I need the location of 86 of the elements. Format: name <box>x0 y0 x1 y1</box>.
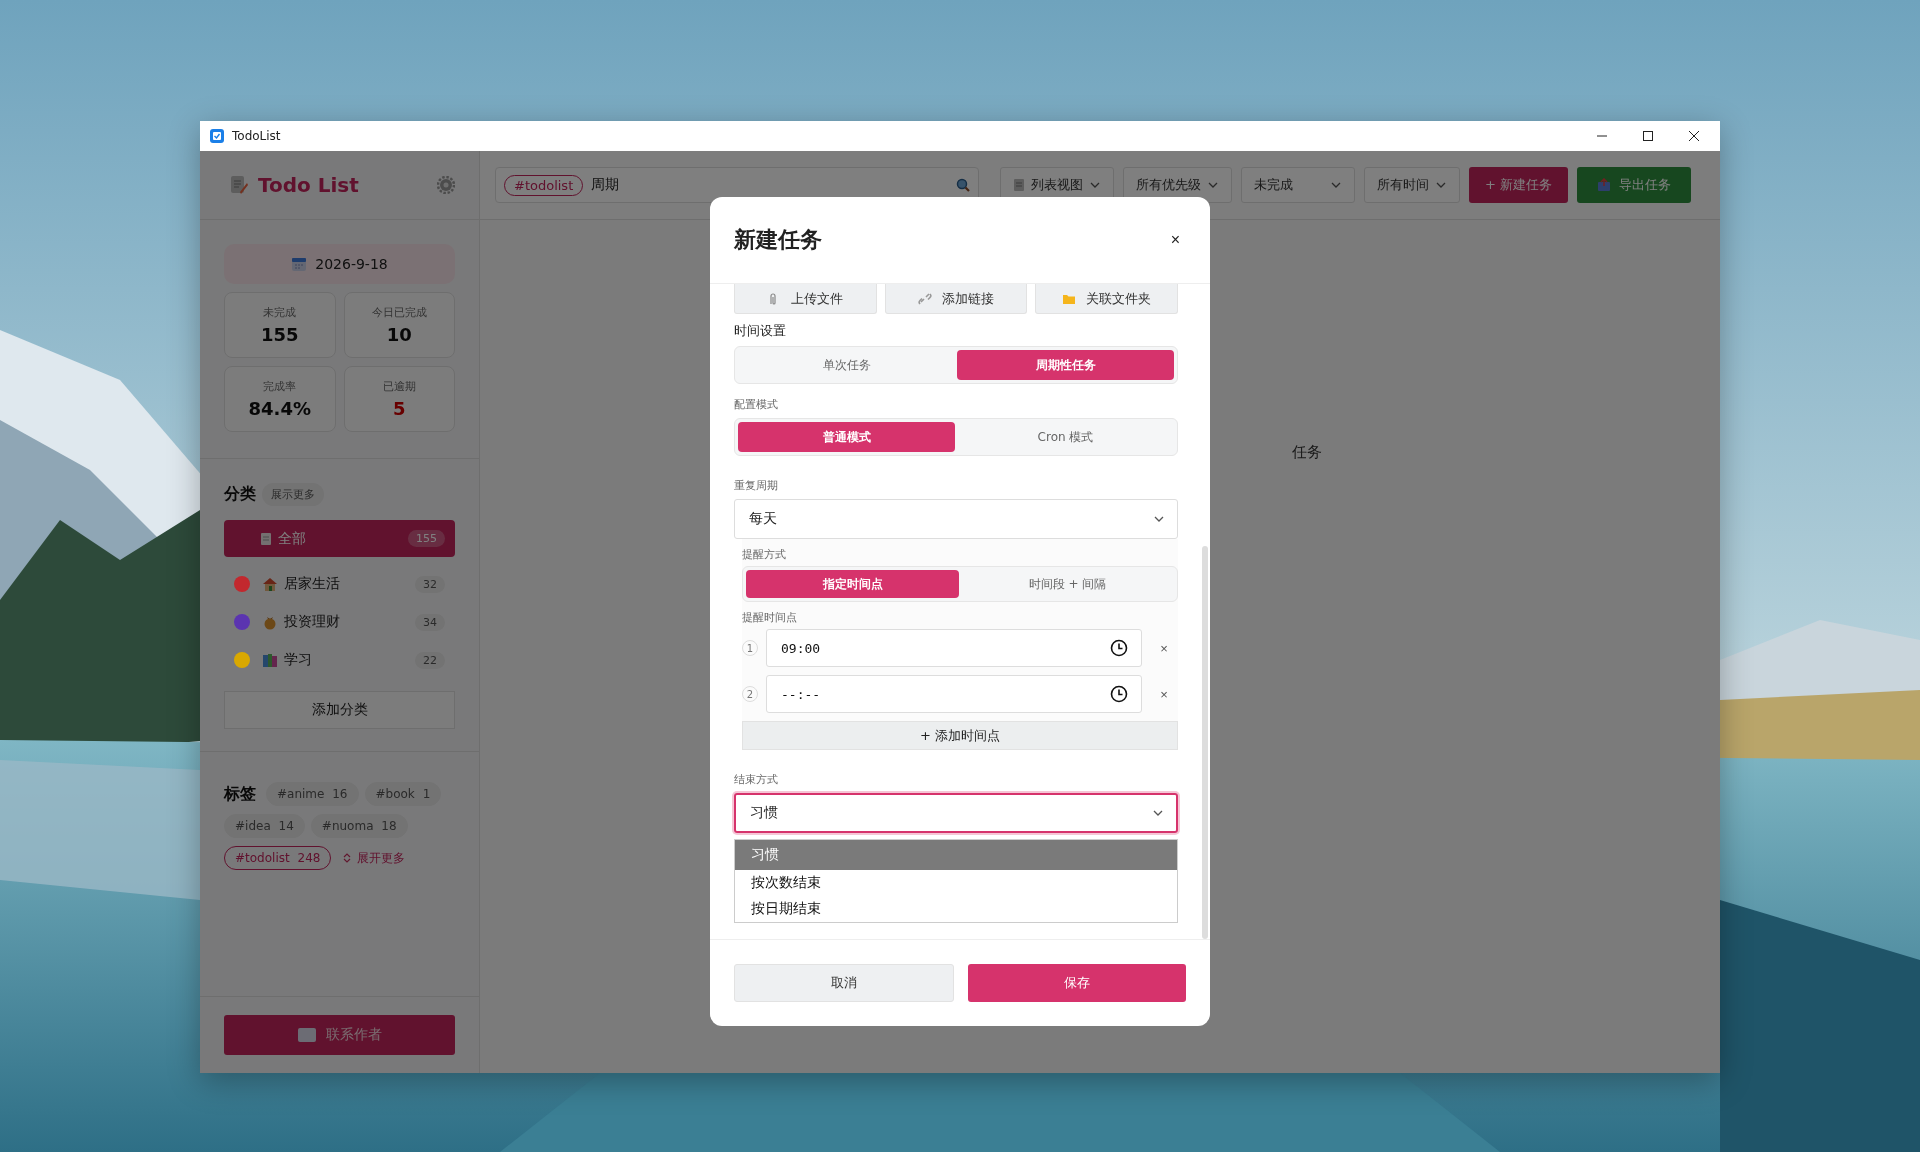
category-item[interactable]: 学习 22 <box>224 643 455 677</box>
contact-author-button[interactable]: 联系作者 <box>224 1015 455 1055</box>
app-icon <box>210 129 224 143</box>
add-time-button[interactable]: + 添加时间点 <box>742 721 1178 750</box>
stat-value: 155 <box>260 324 299 345</box>
time-input[interactable]: 09:00 <box>766 629 1142 667</box>
window-title: TodoList <box>232 129 281 143</box>
stat-label: 已逾期 <box>382 379 416 394</box>
empty-state-text: 任务 <box>1292 443 1322 461</box>
clock-icon <box>1110 639 1128 657</box>
new-task-button[interactable]: + 新建任务 <box>1469 167 1569 203</box>
close-icon <box>1688 130 1700 142</box>
dropdown-option[interactable]: 按次数结束 <box>735 870 1177 896</box>
remove-button[interactable]: × <box>1150 639 1178 657</box>
list-icon <box>1013 178 1025 192</box>
export-icon <box>1597 178 1612 192</box>
maximize-icon <box>1642 130 1654 142</box>
time-input[interactable]: --:-- <box>766 675 1142 713</box>
segment-tab[interactable]: 单次任务 <box>738 350 955 380</box>
search-icon <box>956 178 970 192</box>
search-text: 周期 <box>591 176 621 194</box>
house-icon <box>262 576 278 592</box>
stat-value: 5 <box>393 398 406 419</box>
tag-chip[interactable]: #idea 14 <box>224 814 305 838</box>
attachment-button[interactable]: 关联文件夹 <box>1035 284 1178 314</box>
section-title: 标签 <box>224 783 256 805</box>
tag-chip[interactable]: #book 1 <box>364 782 442 806</box>
category-name: 居家生活 <box>284 575 341 593</box>
export-button[interactable]: 导出任务 <box>1577 167 1692 203</box>
stat-value: 84.4% <box>248 398 311 419</box>
link-icon <box>918 291 932 306</box>
scrollbar-thumb[interactable] <box>1202 546 1208 939</box>
segment-tab[interactable]: 普通模式 <box>738 422 955 452</box>
field-label: 重复周期 <box>734 478 779 493</box>
notepad-pencil-icon <box>230 175 248 195</box>
attachment-button[interactable]: 上传文件 <box>734 284 877 314</box>
cancel-button[interactable]: 取消 <box>734 964 954 1002</box>
clock-icon <box>1110 685 1128 703</box>
mail-icon <box>297 1028 316 1042</box>
count-badge: 22 <box>415 651 445 669</box>
stat-label: 未完成 <box>263 305 297 320</box>
expand-icon <box>343 852 352 864</box>
expand-more-link[interactable]: 展开更多 <box>343 849 406 867</box>
calendar-icon <box>291 256 308 272</box>
field-label: 配置模式 <box>734 397 779 412</box>
category-item[interactable]: 投资理财 34 <box>224 605 455 639</box>
books-icon <box>262 652 278 668</box>
add-category-button[interactable]: 添加分类 <box>224 691 455 729</box>
end-select[interactable]: 习惯 <box>734 793 1178 833</box>
field-label: 结束方式 <box>734 772 779 787</box>
stat-value: 10 <box>386 324 412 345</box>
filter-dropdown[interactable]: 所有时间 <box>1364 167 1460 203</box>
field-label: 提醒方式 <box>742 547 787 562</box>
money-bag-icon <box>262 614 278 630</box>
field-label: 提醒时间点 <box>742 610 798 625</box>
stat-label: 今日已完成 <box>371 305 427 320</box>
settings-icon <box>437 176 455 194</box>
category-name: 学习 <box>284 651 313 669</box>
count-badge: 32 <box>415 575 445 593</box>
tag-chip[interactable]: #anime 16 <box>266 782 359 806</box>
category-item[interactable]: 居家生活 32 <box>224 567 455 601</box>
show-more-button[interactable]: 展示更多 <box>262 483 324 506</box>
segment-tab[interactable]: 时间段 + 间隔 <box>961 570 1174 598</box>
segment-tab[interactable]: Cron 模式 <box>957 422 1174 452</box>
clipboard-icon <box>260 531 272 546</box>
dialog-title: 新建任务 <box>734 226 822 254</box>
save-button[interactable]: 保存 <box>968 964 1186 1002</box>
category-name: 投资理财 <box>284 613 341 631</box>
filter-dropdown[interactable]: 未完成 <box>1241 167 1355 203</box>
dropdown-option[interactable]: 按日期结束 <box>735 896 1177 922</box>
dropdown-option[interactable]: 习惯 <box>735 840 1177 870</box>
app-title: Todo List <box>258 173 359 197</box>
attachment-button[interactable]: 添加链接 <box>884 284 1028 314</box>
close-button[interactable]: × <box>1164 229 1186 251</box>
repeat-select[interactable]: 每天 <box>734 499 1178 539</box>
stat-label: 完成率 <box>263 379 297 394</box>
section-title: 分类 <box>224 484 256 505</box>
category-item[interactable]: 全部 155 <box>224 520 455 557</box>
tag-chip[interactable]: #nuoma 18 <box>310 814 408 838</box>
category-name: 全部 <box>278 529 307 548</box>
field-label: 时间设置 <box>734 322 787 340</box>
segment-tab[interactable]: 周期性任务 <box>957 350 1174 380</box>
date-display: 2026-9-18 <box>224 244 455 284</box>
segment-tab[interactable]: 指定时间点 <box>746 570 959 598</box>
remove-button[interactable]: × <box>1150 685 1178 703</box>
count-badge: 34 <box>415 613 445 631</box>
